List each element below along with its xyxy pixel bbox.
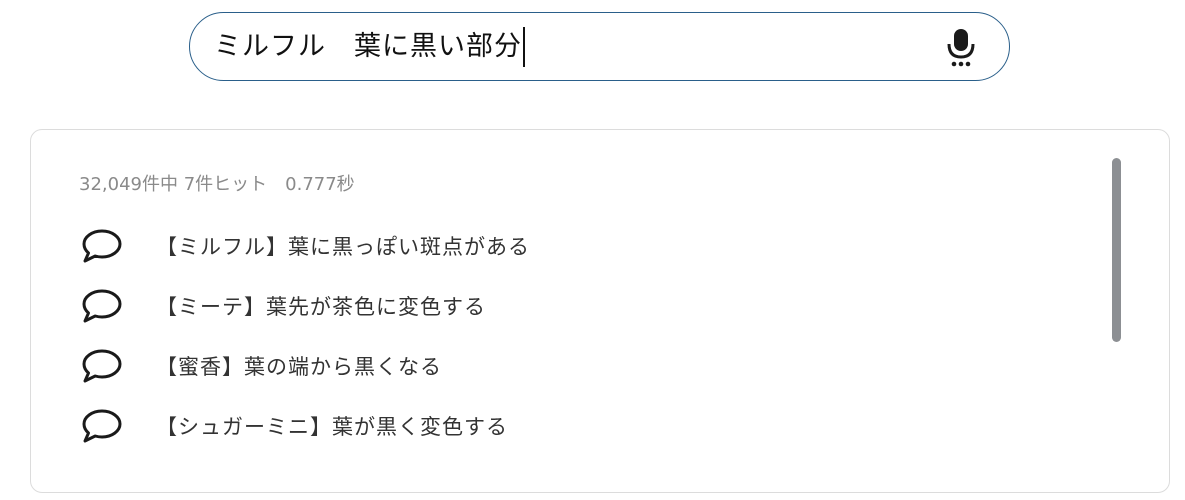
- result-label: 【ミルフル】葉に黒っぽい斑点がある: [156, 235, 530, 259]
- text-caret: [523, 26, 525, 67]
- scrollbar-thumb[interactable]: [1112, 158, 1121, 342]
- result-label: 【蜜香】葉の端から黒くなる: [156, 355, 442, 379]
- result-label: 【シュガーミニ】葉が黒く変色する: [156, 415, 508, 439]
- search-input[interactable]: ミルフル 葉に黒い部分: [214, 33, 522, 60]
- speech-bubble-icon: [81, 288, 123, 324]
- result-label: 【ミーテ】葉先が茶色に変色する: [156, 295, 486, 319]
- result-item[interactable]: 【シュガーミニ】葉が黒く変色する: [81, 396, 1081, 456]
- results-list: 【ミルフル】葉に黒っぽい斑点がある 【ミーテ】葉先が茶色に変色する 【蜜香】葉の…: [81, 216, 1081, 456]
- speech-bubble-icon: [81, 408, 123, 444]
- speech-bubble-icon: [81, 348, 123, 384]
- result-item[interactable]: 【ミルフル】葉に黒っぽい斑点がある: [81, 216, 1081, 276]
- microphone-icon[interactable]: [947, 29, 975, 67]
- results-panel: 32,049件中 7件ヒット 0.777秒 【ミルフル】葉に黒っぽい斑点がある …: [30, 129, 1170, 493]
- result-status: 32,049件中 7件ヒット 0.777秒: [79, 174, 355, 195]
- result-item[interactable]: 【蜜香】葉の端から黒くなる: [81, 336, 1081, 396]
- search-bar[interactable]: ミルフル 葉に黒い部分: [189, 12, 1010, 81]
- result-item[interactable]: 【ミーテ】葉先が茶色に変色する: [81, 276, 1081, 336]
- speech-bubble-icon: [81, 228, 123, 264]
